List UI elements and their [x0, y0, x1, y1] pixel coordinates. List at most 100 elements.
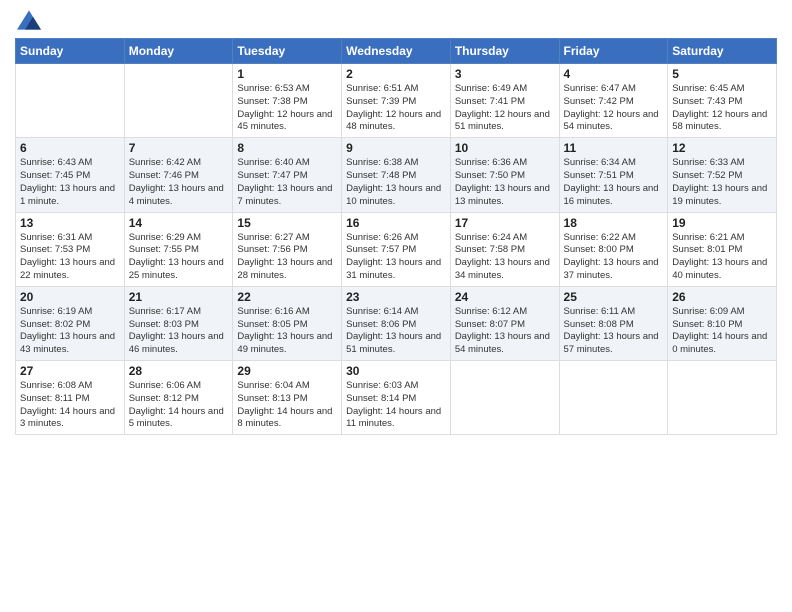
day-info: Sunrise: 6:12 AMSunset: 8:07 PMDaylight:… [455, 306, 555, 357]
calendar-cell [16, 64, 125, 138]
day-number: 9 [346, 141, 446, 155]
day-number: 17 [455, 216, 555, 230]
calendar-cell: 2 Sunrise: 6:51 AMSunset: 7:39 PMDaylight… [342, 64, 451, 138]
day-number: 6 [20, 141, 120, 155]
logo-icon [17, 10, 41, 30]
day-info: Sunrise: 6:19 AMSunset: 8:02 PMDaylight:… [20, 306, 120, 357]
calendar-cell: 16 Sunrise: 6:26 AMSunset: 7:57 PMDayligh… [342, 212, 451, 286]
day-info: Sunrise: 6:51 AMSunset: 7:39 PMDaylight:… [346, 83, 446, 134]
day-number: 24 [455, 290, 555, 304]
calendar-cell: 20 Sunrise: 6:19 AMSunset: 8:02 PMDayligh… [16, 286, 125, 360]
calendar-week-3: 13 Sunrise: 6:31 AMSunset: 7:53 PMDayligh… [16, 212, 777, 286]
day-number: 8 [237, 141, 337, 155]
day-info: Sunrise: 6:40 AMSunset: 7:47 PMDaylight:… [237, 157, 337, 208]
day-number: 5 [672, 67, 772, 81]
calendar-cell: 4 Sunrise: 6:47 AMSunset: 7:42 PMDaylight… [559, 64, 668, 138]
day-info: Sunrise: 6:33 AMSunset: 7:52 PMDaylight:… [672, 157, 772, 208]
calendar-cell [668, 361, 777, 435]
calendar-cell: 8 Sunrise: 6:40 AMSunset: 7:47 PMDaylight… [233, 138, 342, 212]
calendar-week-1: 1 Sunrise: 6:53 AMSunset: 7:38 PMDaylight… [16, 64, 777, 138]
day-number: 2 [346, 67, 446, 81]
calendar-cell: 23 Sunrise: 6:14 AMSunset: 8:06 PMDayligh… [342, 286, 451, 360]
day-info: Sunrise: 6:06 AMSunset: 8:12 PMDaylight:… [129, 380, 229, 431]
calendar-cell: 30Sunrise: 6:03 AMSunset: 8:14 PMDayligh… [342, 361, 451, 435]
day-info: Sunrise: 6:49 AMSunset: 7:41 PMDaylight:… [455, 83, 555, 134]
calendar-week-5: 27 Sunrise: 6:08 AMSunset: 8:11 PMDayligh… [16, 361, 777, 435]
calendar-cell: 11 Sunrise: 6:34 AMSunset: 7:51 PMDayligh… [559, 138, 668, 212]
day-info: Sunrise: 6:22 AMSunset: 8:00 PMDaylight:… [564, 232, 664, 283]
day-info: Sunrise: 6:42 AMSunset: 7:46 PMDaylight:… [129, 157, 229, 208]
day-info: Sunrise: 6:04 AMSunset: 8:13 PMDaylight:… [237, 380, 337, 431]
calendar-cell: 26 Sunrise: 6:09 AMSunset: 8:10 PMDayligh… [668, 286, 777, 360]
calendar-cell: 7 Sunrise: 6:42 AMSunset: 7:46 PMDaylight… [124, 138, 233, 212]
calendar-cell: 9 Sunrise: 6:38 AMSunset: 7:48 PMDaylight… [342, 138, 451, 212]
day-info: Sunrise: 6:43 AMSunset: 7:45 PMDaylight:… [20, 157, 120, 208]
calendar-header-saturday: Saturday [668, 39, 777, 64]
calendar-header-row: SundayMondayTuesdayWednesdayThursdayFrid… [16, 39, 777, 64]
day-number: 10 [455, 141, 555, 155]
day-number: 1 [237, 67, 337, 81]
calendar-cell: 18 Sunrise: 6:22 AMSunset: 8:00 PMDayligh… [559, 212, 668, 286]
day-number: 27 [20, 364, 120, 378]
day-number: 15 [237, 216, 337, 230]
calendar-cell: 10Sunrise: 6:36 AMSunset: 7:50 PMDayligh… [450, 138, 559, 212]
calendar-header-friday: Friday [559, 39, 668, 64]
calendar-cell [450, 361, 559, 435]
day-number: 12 [672, 141, 772, 155]
day-number: 20 [20, 290, 120, 304]
day-info: Sunrise: 6:34 AMSunset: 7:51 PMDaylight:… [564, 157, 664, 208]
day-number: 23 [346, 290, 446, 304]
calendar-cell: 17Sunrise: 6:24 AMSunset: 7:58 PMDayligh… [450, 212, 559, 286]
day-info: Sunrise: 6:31 AMSunset: 7:53 PMDaylight:… [20, 232, 120, 283]
day-number: 4 [564, 67, 664, 81]
page: SundayMondayTuesdayWednesdayThursdayFrid… [0, 0, 792, 612]
day-number: 25 [564, 290, 664, 304]
day-info: Sunrise: 6:38 AMSunset: 7:48 PMDaylight:… [346, 157, 446, 208]
calendar-cell: 3 Sunrise: 6:49 AMSunset: 7:41 PMDaylight… [450, 64, 559, 138]
day-number: 11 [564, 141, 664, 155]
day-info: Sunrise: 6:09 AMSunset: 8:10 PMDaylight:… [672, 306, 772, 357]
day-number: 19 [672, 216, 772, 230]
calendar-cell: 22Sunrise: 6:16 AMSunset: 8:05 PMDayligh… [233, 286, 342, 360]
day-info: Sunrise: 6:26 AMSunset: 7:57 PMDaylight:… [346, 232, 446, 283]
day-number: 26 [672, 290, 772, 304]
logo [15, 10, 41, 30]
calendar-cell [559, 361, 668, 435]
calendar-header-monday: Monday [124, 39, 233, 64]
day-number: 7 [129, 141, 229, 155]
day-number: 21 [129, 290, 229, 304]
day-info: Sunrise: 6:53 AMSunset: 7:38 PMDaylight:… [237, 83, 337, 134]
calendar-cell: 27 Sunrise: 6:08 AMSunset: 8:11 PMDayligh… [16, 361, 125, 435]
day-number: 18 [564, 216, 664, 230]
calendar-cell: 19 Sunrise: 6:21 AMSunset: 8:01 PMDayligh… [668, 212, 777, 286]
day-number: 13 [20, 216, 120, 230]
day-info: Sunrise: 6:45 AMSunset: 7:43 PMDaylight:… [672, 83, 772, 134]
calendar-header-sunday: Sunday [16, 39, 125, 64]
day-number: 14 [129, 216, 229, 230]
calendar-cell: 14 Sunrise: 6:29 AMSunset: 7:55 PMDayligh… [124, 212, 233, 286]
calendar-table: SundayMondayTuesdayWednesdayThursdayFrid… [15, 38, 777, 435]
calendar-header-tuesday: Tuesday [233, 39, 342, 64]
day-info: Sunrise: 6:29 AMSunset: 7:55 PMDaylight:… [129, 232, 229, 283]
calendar-cell: 5 Sunrise: 6:45 AMSunset: 7:43 PMDaylight… [668, 64, 777, 138]
day-info: Sunrise: 6:21 AMSunset: 8:01 PMDaylight:… [672, 232, 772, 283]
calendar-cell [124, 64, 233, 138]
day-number: 3 [455, 67, 555, 81]
calendar-cell: 21Sunrise: 6:17 AMSunset: 8:03 PMDayligh… [124, 286, 233, 360]
day-info: Sunrise: 6:11 AMSunset: 8:08 PMDaylight:… [564, 306, 664, 357]
calendar-header-thursday: Thursday [450, 39, 559, 64]
calendar-cell: 29Sunrise: 6:04 AMSunset: 8:13 PMDayligh… [233, 361, 342, 435]
day-info: Sunrise: 6:03 AMSunset: 8:14 PMDaylight:… [346, 380, 446, 431]
calendar-cell: 28 Sunrise: 6:06 AMSunset: 8:12 PMDayligh… [124, 361, 233, 435]
calendar-cell: 25 Sunrise: 6:11 AMSunset: 8:08 PMDayligh… [559, 286, 668, 360]
calendar-cell: 6 Sunrise: 6:43 AMSunset: 7:45 PMDaylight… [16, 138, 125, 212]
day-info: Sunrise: 6:14 AMSunset: 8:06 PMDaylight:… [346, 306, 446, 357]
day-number: 28 [129, 364, 229, 378]
calendar-cell: 15Sunrise: 6:27 AMSunset: 7:56 PMDayligh… [233, 212, 342, 286]
day-info: Sunrise: 6:16 AMSunset: 8:05 PMDaylight:… [237, 306, 337, 357]
day-number: 16 [346, 216, 446, 230]
day-info: Sunrise: 6:47 AMSunset: 7:42 PMDaylight:… [564, 83, 664, 134]
calendar-week-2: 6 Sunrise: 6:43 AMSunset: 7:45 PMDaylight… [16, 138, 777, 212]
calendar-cell: 13 Sunrise: 6:31 AMSunset: 7:53 PMDayligh… [16, 212, 125, 286]
day-info: Sunrise: 6:08 AMSunset: 8:11 PMDaylight:… [20, 380, 120, 431]
